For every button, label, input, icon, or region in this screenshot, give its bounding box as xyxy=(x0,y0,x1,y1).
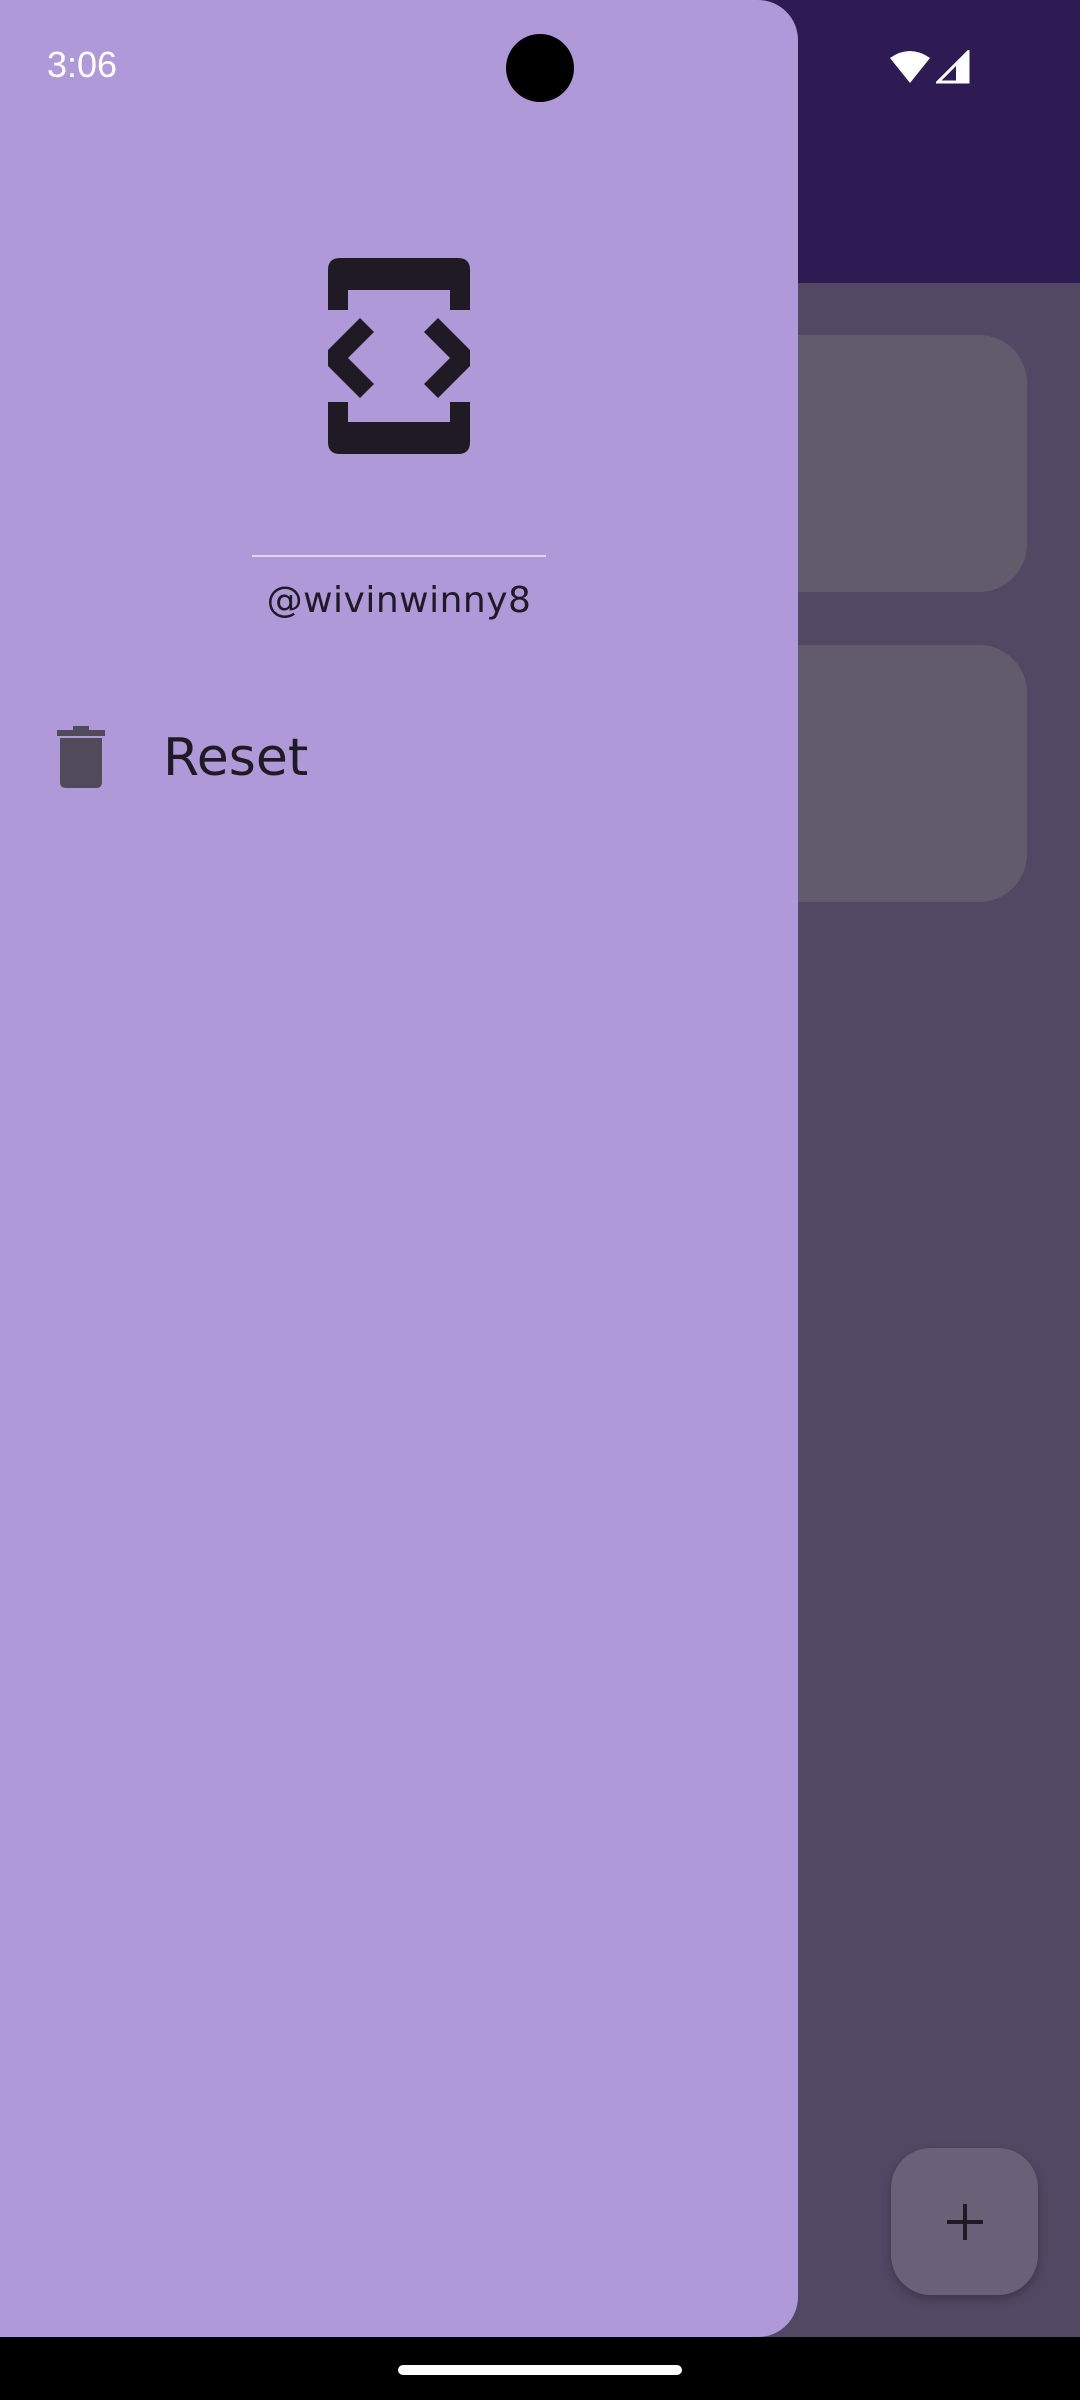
system-nav-bar xyxy=(0,2337,1080,2400)
add-fab-button[interactable] xyxy=(891,2148,1038,2295)
code-phone-icon xyxy=(328,258,470,454)
drawer-username: @wivinwinny8 xyxy=(266,580,532,621)
status-icons xyxy=(890,50,970,86)
plus-icon xyxy=(946,2203,983,2240)
navigation-drawer: @wivinwinny8 Reset xyxy=(0,0,798,2337)
drawer-header-divider xyxy=(252,555,546,557)
wifi-icon xyxy=(890,51,930,83)
home-gesture-handle[interactable] xyxy=(398,2365,682,2375)
screen: 3:06 @wivinwinny8 Reset xyxy=(0,0,1080,2400)
trash-icon xyxy=(57,726,105,788)
status-time: 3:06 xyxy=(47,44,118,85)
camera-cutout xyxy=(506,34,574,102)
cellular-signal-icon xyxy=(936,50,970,84)
drawer-item-label: Reset xyxy=(163,728,309,788)
drawer-item-reset[interactable]: Reset xyxy=(0,700,798,820)
